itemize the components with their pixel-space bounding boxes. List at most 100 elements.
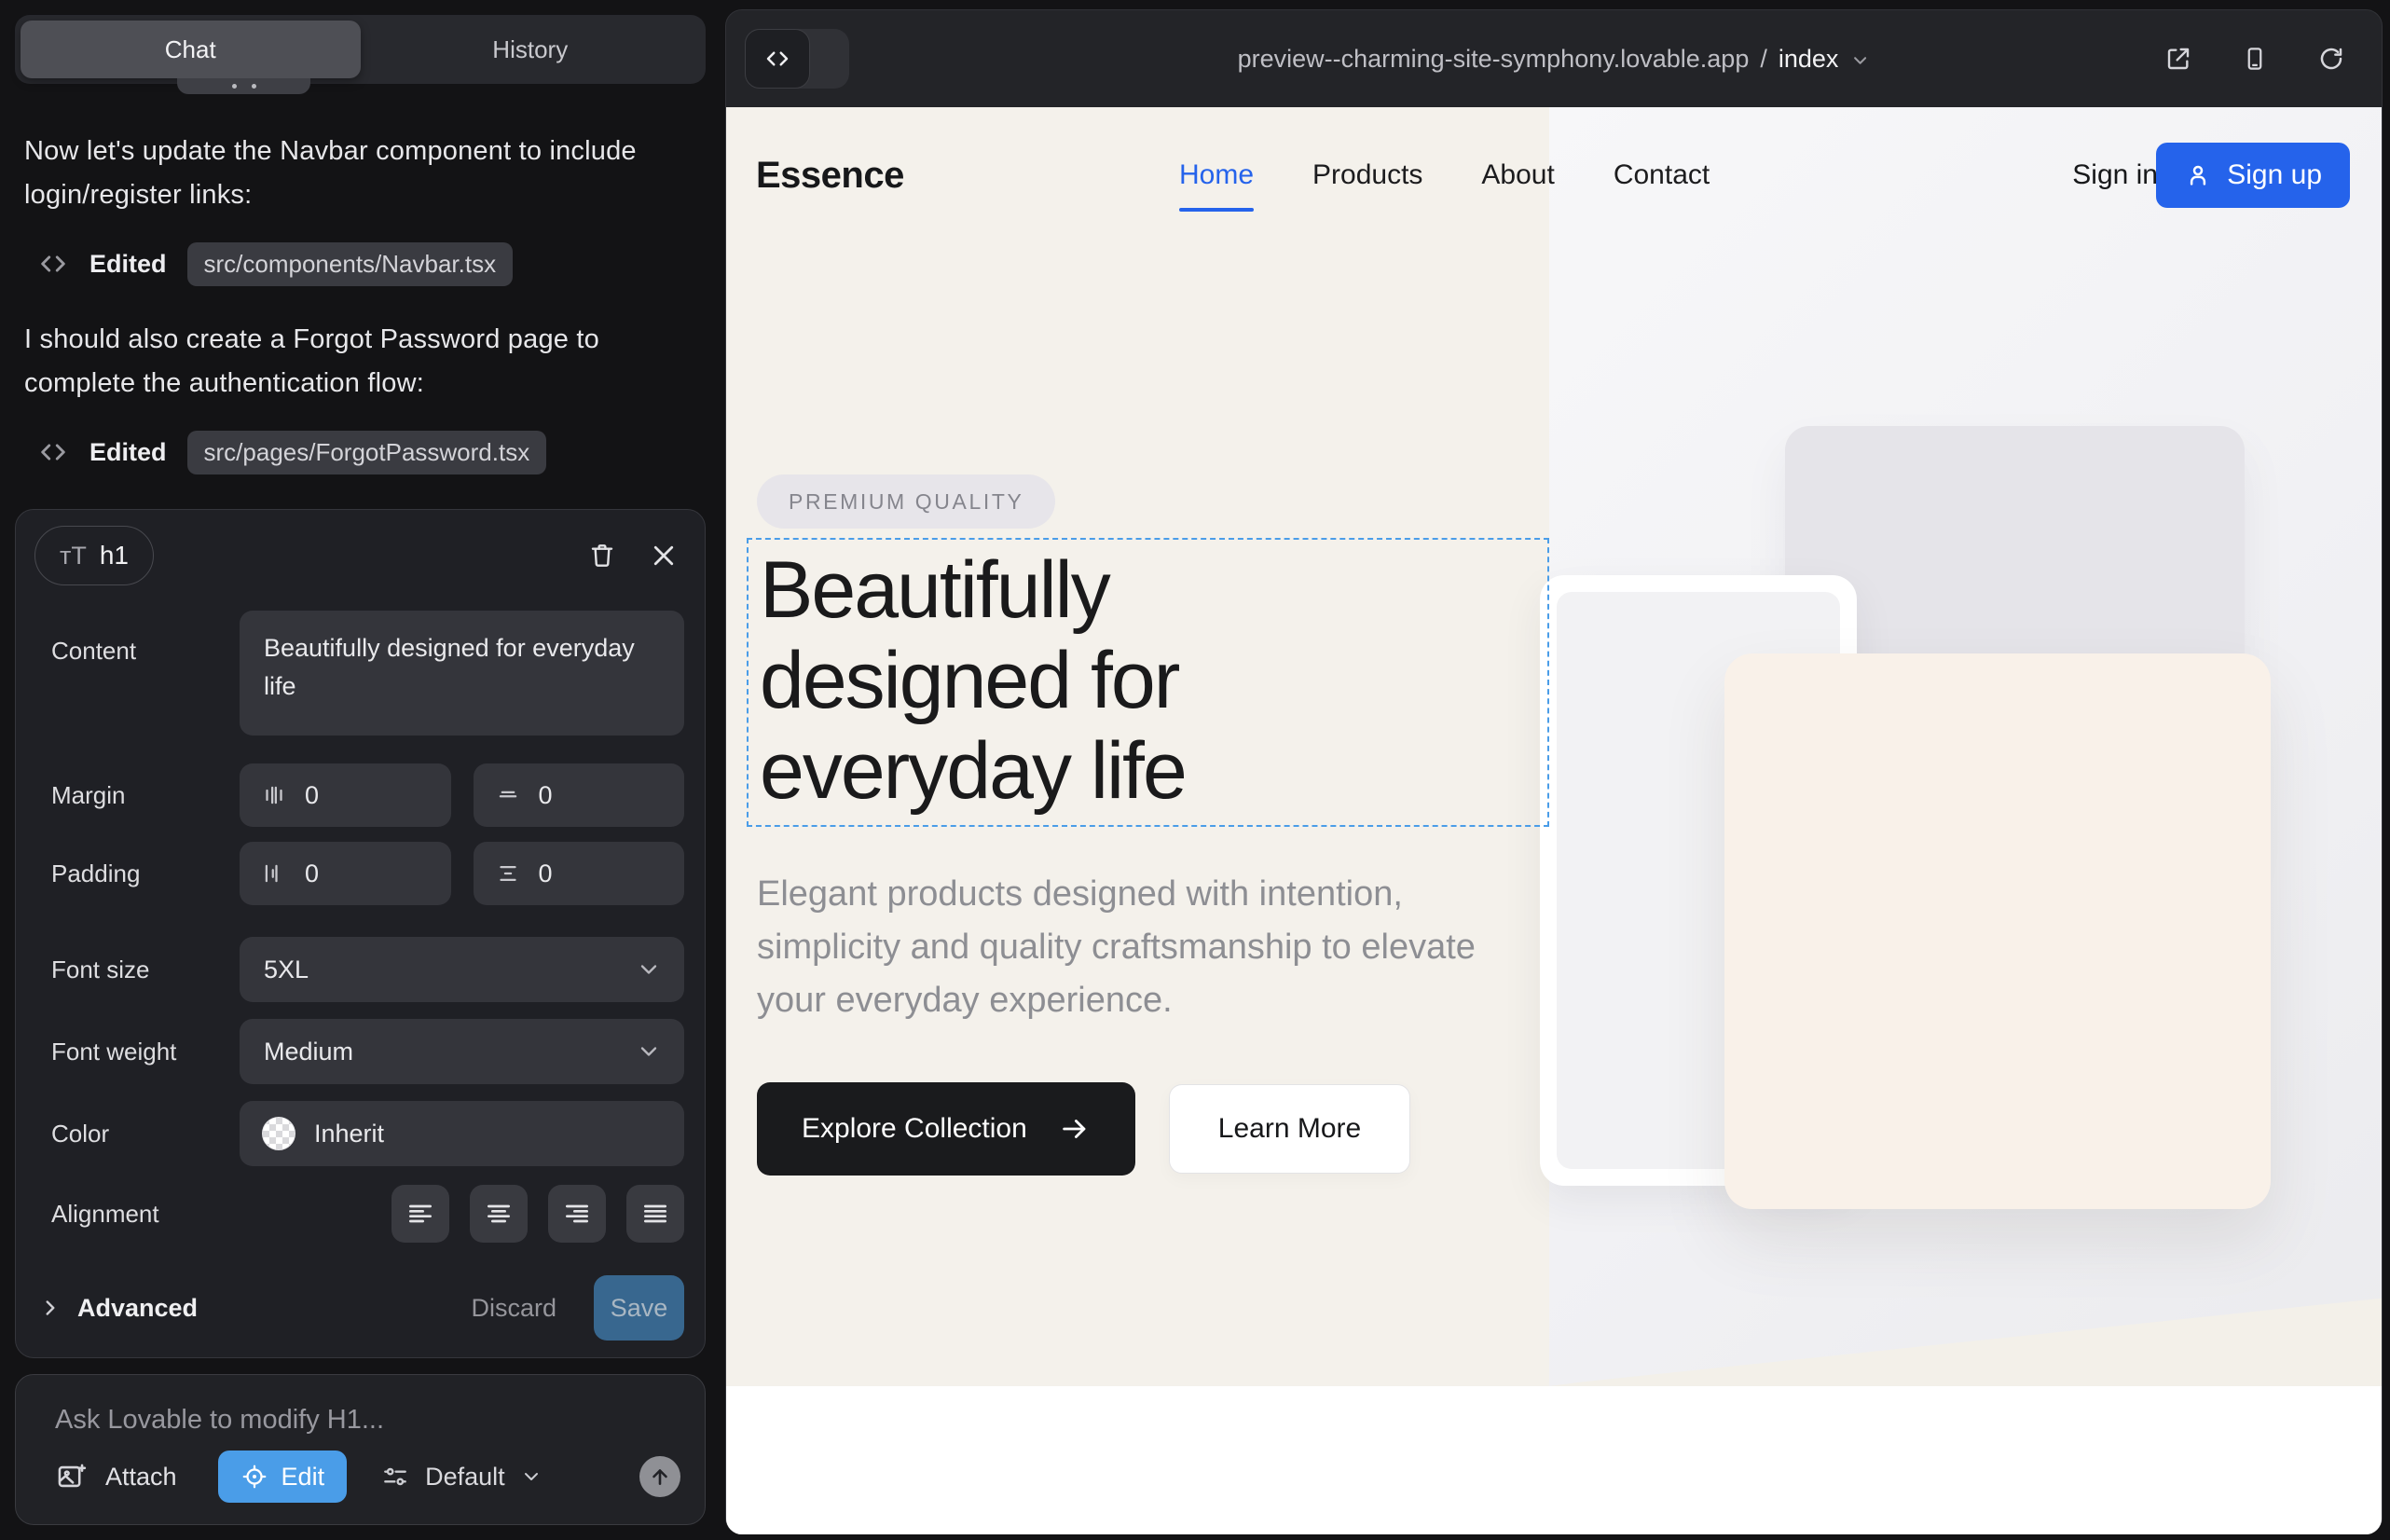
- tab-history[interactable]: History: [361, 21, 701, 78]
- active-underline: [1179, 208, 1254, 212]
- advanced-toggle[interactable]: Advanced: [38, 1294, 198, 1323]
- margin-vertical-icon: [494, 781, 522, 809]
- font-weight-value: Medium: [264, 1038, 353, 1066]
- next-section: [726, 1386, 2382, 1534]
- mobile-phone-icon: [2241, 45, 2269, 73]
- hero-heading[interactable]: Beautifully designed for everyday life: [749, 540, 1364, 817]
- url-bar[interactable]: preview--charming-site-symphony.lovable.…: [1238, 45, 1871, 74]
- hero-paragraph: Elegant products designed with intention…: [757, 868, 1503, 1027]
- refresh-icon: [2317, 45, 2345, 73]
- margin-y-value: 0: [539, 781, 553, 810]
- preview-browser: preview--charming-site-symphony.lovable.…: [725, 9, 2383, 1534]
- refresh-button[interactable]: [2309, 36, 2354, 81]
- tab-chat[interactable]: Chat: [21, 21, 361, 78]
- dot-icon: [232, 84, 237, 89]
- font-weight-select[interactable]: Medium: [240, 1019, 684, 1084]
- padding-horizontal-icon: [260, 859, 288, 887]
- edited-file-row: Edited src/pages/ForgotPassword.tsx: [37, 431, 546, 474]
- align-center-button[interactable]: [470, 1185, 528, 1243]
- chevron-down-icon: [636, 1038, 662, 1065]
- discard-button[interactable]: Discard: [471, 1294, 556, 1323]
- chat-history-tabs: Chat History: [15, 15, 706, 84]
- alignment-label: Alignment: [51, 1200, 240, 1229]
- open-external-button[interactable]: [2156, 36, 2201, 81]
- site-navbar: Essence Home Products About Contact Sign…: [726, 107, 2382, 243]
- edit-label: Edit: [282, 1463, 325, 1492]
- edit-mode-button[interactable]: Edit: [218, 1451, 348, 1503]
- code-icon: [745, 29, 810, 89]
- mobile-view-button[interactable]: [2232, 36, 2277, 81]
- padding-label: Padding: [51, 859, 240, 888]
- element-tag-pill[interactable]: тT h1: [34, 526, 154, 585]
- align-right-button[interactable]: [548, 1185, 606, 1243]
- close-icon: [650, 542, 678, 570]
- align-left-button[interactable]: [391, 1185, 449, 1243]
- delete-element-button[interactable]: [580, 533, 625, 578]
- font-size-select[interactable]: 5XL: [240, 937, 684, 1002]
- browser-toolbar: preview--charming-site-symphony.lovable.…: [726, 10, 2382, 107]
- nav-link-about[interactable]: About: [1481, 159, 1554, 191]
- cta-primary-label: Explore Collection: [802, 1113, 1027, 1145]
- margin-y-input[interactable]: 0: [474, 763, 685, 827]
- sliders-icon: [380, 1462, 410, 1492]
- scrolled-message-peek[interactable]: [177, 78, 310, 94]
- margin-horizontal-icon: [260, 781, 288, 809]
- attach-image-icon: [55, 1461, 87, 1492]
- padding-y-value: 0: [539, 859, 553, 888]
- crosshair-icon: [240, 1463, 268, 1491]
- align-left-icon: [405, 1199, 435, 1229]
- path-separator: /: [1760, 45, 1767, 74]
- align-right-icon: [562, 1199, 592, 1229]
- signin-link[interactable]: Sign in: [2072, 159, 2158, 191]
- text-type-icon: тT: [60, 542, 87, 571]
- signup-button[interactable]: Sign up: [2156, 143, 2350, 208]
- edited-file-row: Edited src/components/Navbar.tsx: [37, 242, 513, 285]
- selected-element-outline[interactable]: Beautifully designed for everyday life: [747, 538, 1549, 827]
- assistant-message: Now let's update the Navbar component to…: [24, 130, 682, 217]
- margin-x-value: 0: [305, 781, 319, 810]
- align-justify-button[interactable]: [626, 1185, 684, 1243]
- element-editor-panel: тT h1 Content Beautifully designed fo: [15, 509, 706, 1358]
- file-chip[interactable]: src/pages/ForgotPassword.tsx: [187, 431, 547, 474]
- code-preview-toggle[interactable]: [745, 29, 849, 89]
- signup-label: Sign up: [2227, 159, 2322, 191]
- color-label: Color: [51, 1120, 240, 1148]
- padding-vertical-icon: [494, 859, 522, 887]
- code-icon: [37, 248, 69, 280]
- learn-more-button[interactable]: Learn More: [1169, 1084, 1410, 1174]
- chat-composer[interactable]: Ask Lovable to modify H1... Attach Edit …: [15, 1374, 706, 1525]
- composer-placeholder[interactable]: Ask Lovable to modify H1...: [55, 1405, 384, 1436]
- chevron-down-icon: [1849, 50, 1870, 71]
- content-input[interactable]: Beautifully designed for everyday life: [240, 611, 684, 736]
- nav-links: Home Products About Contact: [1179, 159, 1710, 191]
- save-button[interactable]: Save: [594, 1275, 684, 1341]
- close-editor-button[interactable]: [641, 533, 686, 578]
- mode-select[interactable]: Default: [380, 1462, 543, 1492]
- lovable-editor-app: Chat History Now let's update the Navbar…: [0, 0, 2390, 1540]
- nav-link-contact[interactable]: Contact: [1614, 159, 1710, 191]
- color-swatch: [262, 1117, 295, 1150]
- padding-y-input[interactable]: 0: [474, 842, 685, 905]
- margin-label: Margin: [51, 781, 240, 810]
- font-weight-label: Font weight: [51, 1038, 240, 1066]
- editor-footer: Advanced Discard Save: [38, 1275, 684, 1341]
- file-chip[interactable]: src/components/Navbar.tsx: [187, 242, 514, 286]
- brand-logo[interactable]: Essence: [756, 155, 904, 197]
- chat-sidebar: Chat History Now let's update the Navbar…: [0, 0, 725, 1540]
- padding-x-input[interactable]: 0: [240, 842, 451, 905]
- nav-link-home[interactable]: Home: [1179, 159, 1254, 191]
- margin-x-input[interactable]: 0: [240, 763, 451, 827]
- site-preview: Essence Home Products About Contact Sign…: [726, 107, 2382, 1534]
- external-link-icon: [2163, 44, 2193, 74]
- chevron-right-icon: [38, 1296, 62, 1320]
- nav-link-products[interactable]: Products: [1312, 159, 1422, 191]
- default-label: Default: [425, 1463, 505, 1492]
- attach-button[interactable]: Attach: [55, 1461, 177, 1492]
- edited-label: Edited: [89, 438, 167, 467]
- font-size-label: Font size: [51, 956, 240, 984]
- code-icon: [37, 436, 69, 468]
- send-button[interactable]: [639, 1456, 680, 1497]
- editor-header: тT h1: [34, 525, 686, 586]
- color-select[interactable]: Inherit: [240, 1101, 684, 1166]
- explore-collection-button[interactable]: Explore Collection: [757, 1082, 1135, 1176]
